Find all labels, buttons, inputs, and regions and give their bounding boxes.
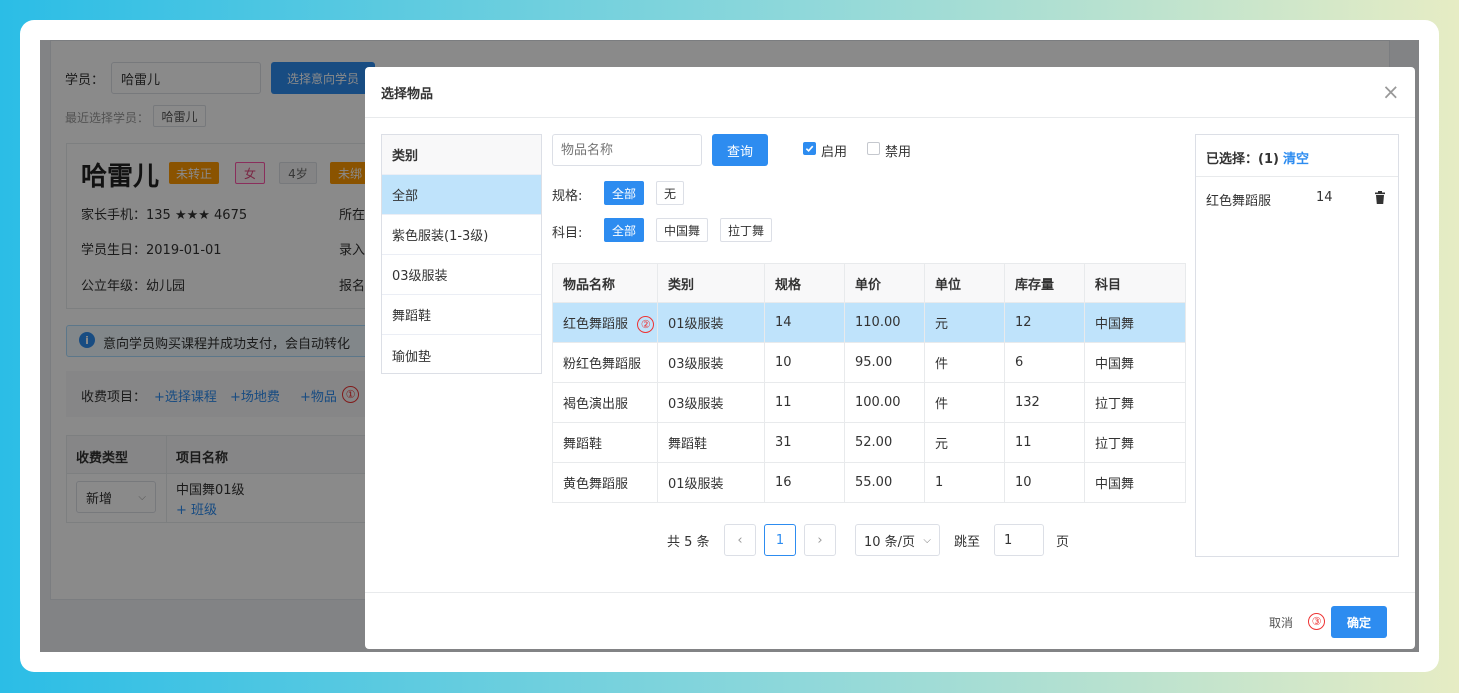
prev-page-button[interactable]: ‹ (724, 524, 756, 556)
selected-item-qty: 14 (1316, 190, 1333, 205)
close-icon[interactable]: × (1382, 82, 1400, 103)
table-cell: 粉红色舞蹈服 (552, 342, 658, 383)
page-1-button[interactable]: 1 (764, 524, 796, 556)
table-row[interactable]: 舞蹈鞋 舞蹈鞋 31 52.00 元 11 拉丁舞 (552, 422, 1186, 463)
table-cell: 黄色舞蹈服 (552, 462, 658, 503)
table-cell: 12 (1004, 302, 1085, 343)
table-cell: 6 (1004, 342, 1085, 383)
enabled-checkbox[interactable] (803, 142, 816, 155)
spec-option-none[interactable]: 无 (656, 181, 685, 205)
spec-option-all[interactable]: 全部 (604, 181, 645, 205)
table-cell: 中国舞 (1084, 342, 1186, 383)
subject-option-all[interactable]: 全部 (604, 218, 645, 242)
table-cell: 100.00 (844, 382, 925, 423)
table-cell: 中国舞 (1084, 462, 1186, 503)
table-row[interactable]: 黄色舞蹈服 01级服装 16 55.00 1 10 中国舞 (552, 462, 1186, 503)
step2-marker: ② (637, 315, 655, 333)
disabled-checkbox[interactable] (867, 142, 880, 155)
step3-marker: ③ (1308, 613, 1325, 630)
category-item-all[interactable]: 全部 (382, 175, 541, 215)
category-item-level03-costume[interactable]: 03级服装 (382, 255, 541, 295)
table-cell: 01级服装 (657, 462, 765, 503)
table-cell: 52.00 (844, 422, 925, 463)
table-cell: 1 (924, 462, 1005, 503)
table-cell: 132 (1004, 382, 1085, 423)
item-name-search-input[interactable] (552, 134, 702, 166)
selected-items-panel: 已选择：(1) 清空 红色舞蹈服 14 (1195, 134, 1399, 557)
page-suffix: 页 (1056, 535, 1070, 550)
table-cell: 红色舞蹈服 ② (552, 302, 658, 343)
category-item-purple-costume[interactable]: 紫色服装(1-3级) (382, 215, 541, 255)
table-cell: 31 (764, 422, 845, 463)
chevron-left-icon: ‹ (737, 532, 743, 548)
table-cell: 03级服装 (657, 342, 765, 383)
table-cell: 11 (1004, 422, 1085, 463)
modal-footer: 取消 ③ 确定 (365, 592, 1415, 649)
cancel-button[interactable]: 取消 (1269, 614, 1293, 631)
chevron-right-icon: › (817, 532, 823, 548)
chevron-down-icon: ⌵ (923, 534, 931, 546)
category-item-dance-shoes[interactable]: 舞蹈鞋 (382, 295, 541, 335)
table-row[interactable]: 红色舞蹈服 ② 01级服装 14 110.00 元 12 中国舞 (552, 302, 1186, 343)
subject-option-latin-dance[interactable]: 拉丁舞 (720, 218, 773, 242)
table-cell: 褐色演出服 (552, 382, 658, 423)
table-cell: 10 (1004, 462, 1085, 503)
table-cell: 11 (764, 382, 845, 423)
table-cell: 55.00 (844, 462, 925, 503)
table-cell: 舞蹈鞋 (552, 422, 658, 463)
enabled-label: 启用 (821, 145, 848, 160)
table-cell: 拉丁舞 (1084, 382, 1186, 423)
table-cell: 110.00 (844, 302, 925, 343)
table-cell: 95.00 (844, 342, 925, 383)
category-header: 类别 (382, 135, 541, 175)
col-spec: 规格 (764, 263, 845, 303)
selected-item-row: 红色舞蹈服 14 (1196, 177, 1398, 217)
table-cell: 舞蹈鞋 (657, 422, 765, 463)
item-table: 物品名称 类别 规格 单价 单位 库存量 科目 红色舞蹈服 ② 01级服装 14… (552, 263, 1186, 503)
category-item-yoga-mat[interactable]: 瑜伽垫 (382, 335, 541, 375)
col-unit: 单位 (924, 263, 1005, 303)
category-list: 类别 全部 紫色服装(1-3级) 03级服装 舞蹈鞋 瑜伽垫 (381, 134, 542, 374)
item-table-header: 物品名称 类别 规格 单价 单位 库存量 科目 (552, 263, 1186, 303)
goto-label: 跳至 (954, 535, 981, 550)
selected-count: 已选择：(1) (1206, 152, 1279, 167)
select-item-modal: 选择物品 × 类别 全部 紫色服装(1-3级) 03级服装 舞蹈鞋 瑜伽垫 查询… (365, 67, 1415, 649)
table-row[interactable]: 褐色演出服 03级服装 11 100.00 件 132 拉丁舞 (552, 382, 1186, 423)
spec-label: 规格: (552, 189, 583, 204)
col-stock: 库存量 (1004, 263, 1085, 303)
col-item-name: 物品名称 (552, 263, 658, 303)
table-cell: 10 (764, 342, 845, 383)
subject-label: 科目: (552, 226, 583, 241)
table-cell: 件 (924, 342, 1005, 383)
table-cell: 元 (924, 302, 1005, 343)
trash-icon[interactable] (1374, 191, 1386, 208)
table-cell: 03级服装 (657, 382, 765, 423)
pagination-total: 共 5 条 (667, 535, 710, 550)
selected-item-name: 红色舞蹈服 (1206, 194, 1272, 209)
confirm-button[interactable]: 确定 (1331, 606, 1387, 638)
table-row[interactable]: 粉红色舞蹈服 03级服装 10 95.00 件 6 中国舞 (552, 342, 1186, 383)
table-cell: 件 (924, 382, 1005, 423)
check-icon (805, 145, 814, 153)
query-button[interactable]: 查询 (712, 134, 768, 166)
page-size-select[interactable]: 10 条/页 ⌵ (855, 524, 940, 556)
table-cell: 14 (764, 302, 845, 343)
disabled-label: 禁用 (885, 145, 912, 160)
subject-option-chinese-dance[interactable]: 中国舞 (656, 218, 709, 242)
table-cell: 拉丁舞 (1084, 422, 1186, 463)
modal-title: 选择物品 (381, 87, 434, 102)
next-page-button[interactable]: › (804, 524, 836, 556)
table-cell: 元 (924, 422, 1005, 463)
col-unit-price: 单价 (844, 263, 925, 303)
modal-header: 选择物品 × (365, 67, 1415, 118)
goto-page-input[interactable]: 1 (994, 524, 1044, 556)
col-category: 类别 (657, 263, 765, 303)
clear-selection-link[interactable]: 清空 (1283, 148, 1309, 167)
table-cell-text: 红色舞蹈服 (563, 316, 629, 332)
col-subject: 科目 (1084, 263, 1186, 303)
table-cell: 16 (764, 462, 845, 503)
table-cell: 01级服装 (657, 302, 765, 343)
table-cell: 中国舞 (1084, 302, 1186, 343)
